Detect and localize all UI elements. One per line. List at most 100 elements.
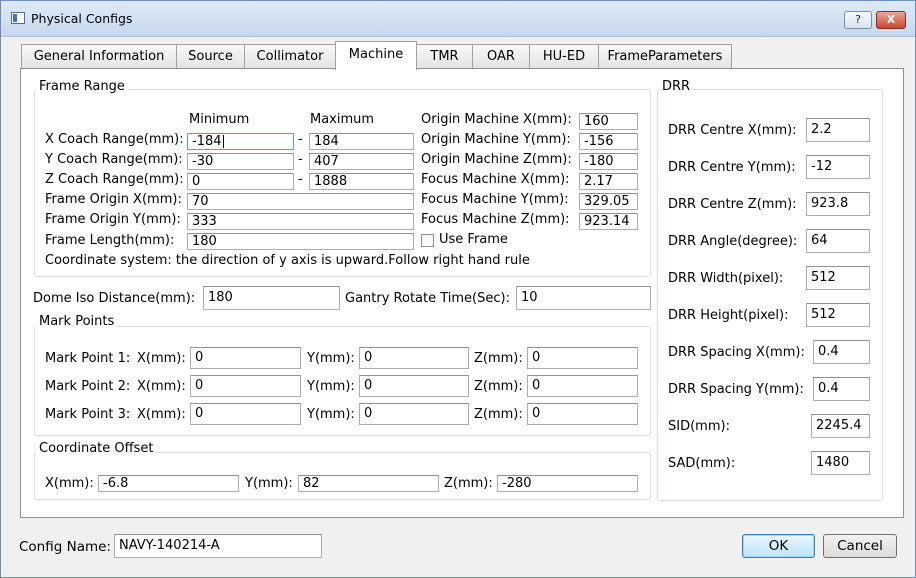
mark-point-2-x-field[interactable]: 0 xyxy=(190,375,301,397)
mark-point-1-z-field[interactable]: 0 xyxy=(527,347,638,369)
offset-y-label: Y(mm): xyxy=(245,476,293,491)
frame-origin-y-label: Frame Origin Y(mm): xyxy=(45,212,181,227)
coordinate-system-note: Coordinate system: the direction of y ax… xyxy=(45,253,530,268)
tab-frameparameters[interactable]: FrameParameters xyxy=(598,44,732,69)
mark-point-2-x-label: X(mm): xyxy=(137,379,186,394)
tab-oar[interactable]: OAR xyxy=(472,44,530,69)
focus-machine-z-field[interactable]: 923.14 xyxy=(579,213,638,230)
y-coach-max-field[interactable]: 407 xyxy=(309,153,414,170)
gantry-rotate-time-field[interactable]: 10 xyxy=(516,286,651,310)
tab-collimator[interactable]: Collimator xyxy=(244,44,336,69)
drr-centre-x-label: DRR Centre X(mm): xyxy=(668,123,797,138)
dome-iso-distance-field[interactable]: 180 xyxy=(203,286,340,310)
x-coach-min-value: -184 xyxy=(192,134,222,149)
frame-range-legend: Frame Range xyxy=(36,79,128,94)
origin-machine-y-label: Origin Machine Y(mm): xyxy=(421,132,571,147)
z-coach-min-field[interactable]: 0 xyxy=(187,173,294,190)
focus-machine-y-label: Focus Machine Y(mm): xyxy=(421,192,569,207)
machine-tab-panel: Frame Range Minimum Maximum X Coach Rang… xyxy=(20,68,904,518)
app-icon xyxy=(11,12,25,24)
mark-point-1-y-field[interactable]: 0 xyxy=(359,347,469,369)
ok-button[interactable]: OK xyxy=(742,534,815,558)
mark-point-2-z-label: Z(mm): xyxy=(474,379,523,394)
tab-tmr[interactable]: TMR xyxy=(416,44,473,69)
mark-point-3-z-field[interactable]: 0 xyxy=(527,403,638,425)
y-coach-min-field[interactable]: -30 xyxy=(187,153,294,170)
drr-centre-z-label: DRR Centre Z(mm): xyxy=(668,197,797,212)
offset-z-field[interactable]: -280 xyxy=(497,475,638,492)
origin-machine-x-label: Origin Machine X(mm): xyxy=(421,112,572,127)
z-range-dash: - xyxy=(298,172,303,187)
drr-angle-field[interactable]: 64 xyxy=(806,229,870,253)
drr-spacing-x-field[interactable]: 0.4 xyxy=(813,340,870,364)
frame-origin-x-field[interactable]: 70 xyxy=(187,193,414,210)
sad-field[interactable]: 1480 xyxy=(811,451,870,475)
z-coach-range-label: Z Coach Range(mm): xyxy=(45,172,184,187)
x-coach-max-field[interactable]: 184 xyxy=(309,133,414,150)
frame-length-label: Frame Length(mm): xyxy=(45,233,175,248)
y-range-dash: - xyxy=(298,152,303,167)
drr-angle-label: DRR Angle(degree): xyxy=(668,234,798,249)
z-coach-max-field[interactable]: 1888 xyxy=(309,173,414,190)
coordinate-offset-legend: Coordinate Offset xyxy=(36,441,157,456)
x-coach-range-label: X Coach Range(mm): xyxy=(45,132,184,147)
maximum-header: Maximum xyxy=(310,112,375,127)
drr-legend: DRR xyxy=(659,79,694,94)
drr-width-field[interactable]: 512 xyxy=(806,266,870,290)
offset-x-field[interactable]: -6.8 xyxy=(98,475,239,492)
frame-origin-y-field[interactable]: 333 xyxy=(187,213,414,230)
config-name-field[interactable]: NAVY-140214-A xyxy=(114,534,322,558)
mark-point-3-x-label: X(mm): xyxy=(137,407,186,422)
drr-spacing-x-label: DRR Spacing X(mm): xyxy=(668,345,805,360)
window-title: Physical Configs xyxy=(31,11,133,26)
mark-point-3-y-field[interactable]: 0 xyxy=(359,403,469,425)
frame-origin-x-label: Frame Origin X(mm): xyxy=(45,192,182,207)
use-frame-checkbox[interactable] xyxy=(421,234,434,247)
mark-point-2-label: Mark Point 2: xyxy=(45,379,131,394)
help-button[interactable]: ? xyxy=(844,11,872,29)
dome-iso-distance-label: Dome Iso Distance(mm): xyxy=(33,291,196,306)
gantry-rotate-time-label: Gantry Rotate Time(Sec): xyxy=(345,291,510,306)
offset-y-field[interactable]: 82 xyxy=(298,475,439,492)
drr-spacing-y-label: DRR Spacing Y(mm): xyxy=(668,382,804,397)
mark-point-3-x-field[interactable]: 0 xyxy=(190,403,301,425)
drr-group xyxy=(657,89,883,501)
drr-spacing-y-field[interactable]: 0.4 xyxy=(813,377,870,401)
use-frame-label: Use Frame xyxy=(439,232,508,247)
mark-point-2-z-field[interactable]: 0 xyxy=(527,375,638,397)
origin-machine-y-field[interactable]: -156 xyxy=(579,133,638,150)
close-button[interactable]: X xyxy=(876,11,906,29)
x-range-dash: - xyxy=(298,132,303,147)
mark-point-1-x-field[interactable]: 0 xyxy=(190,347,301,369)
mark-point-1-y-label: Y(mm): xyxy=(307,351,355,366)
origin-machine-z-field[interactable]: -180 xyxy=(579,153,638,170)
mark-point-1-x-label: X(mm): xyxy=(137,351,186,366)
mark-point-1-label: Mark Point 1: xyxy=(45,351,131,366)
mark-point-2-y-field[interactable]: 0 xyxy=(359,375,469,397)
minimum-header: Minimum xyxy=(189,112,250,127)
tab-source[interactable]: Source xyxy=(176,44,245,69)
drr-centre-y-field[interactable]: -12 xyxy=(806,155,870,179)
sad-label: SAD(mm): xyxy=(668,456,736,471)
drr-width-label: DRR Width(pixel): xyxy=(668,271,784,286)
mark-point-3-label: Mark Point 3: xyxy=(45,407,131,422)
title-bar: Physical Configs ? X xyxy=(1,1,915,37)
focus-machine-x-label: Focus Machine X(mm): xyxy=(421,172,570,187)
cancel-button[interactable]: Cancel xyxy=(823,534,897,558)
origin-machine-x-field[interactable]: 160 xyxy=(579,113,638,130)
tab-general-information[interactable]: General Information xyxy=(21,44,177,69)
mark-points-legend: Mark Points xyxy=(36,314,118,329)
mark-point-3-z-label: Z(mm): xyxy=(474,407,523,422)
focus-machine-y-field[interactable]: 329.05 xyxy=(579,193,638,210)
frame-length-field[interactable]: 180 xyxy=(187,233,414,250)
x-coach-min-field[interactable]: -184 xyxy=(187,133,294,150)
sid-field[interactable]: 2245.4 xyxy=(811,414,870,438)
drr-centre-z-field[interactable]: 923.8 xyxy=(806,192,870,216)
dialog-window: Physical Configs ? X General Information… xyxy=(0,0,916,578)
tab-machine[interactable]: Machine xyxy=(335,41,417,70)
tab-hu-ed[interactable]: HU-ED xyxy=(529,44,599,69)
drr-height-field[interactable]: 512 xyxy=(806,303,870,327)
drr-centre-x-field[interactable]: 2.2 xyxy=(806,118,870,142)
offset-x-label: X(mm): xyxy=(45,476,94,491)
focus-machine-x-field[interactable]: 2.17 xyxy=(579,173,638,190)
